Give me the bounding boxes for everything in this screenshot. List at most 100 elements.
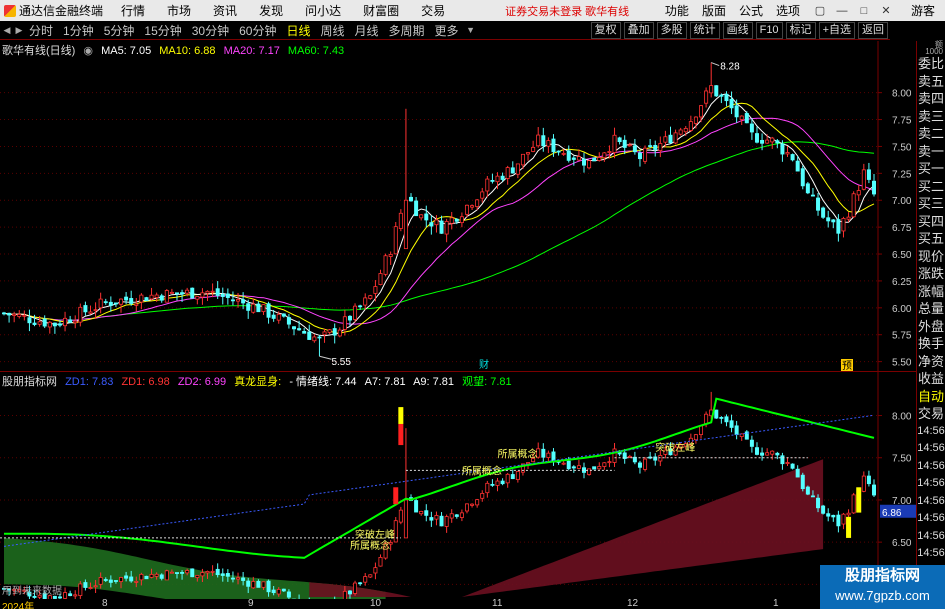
right-tab-21[interactable]: 14:56: [917, 423, 945, 441]
ind-candle-body: [505, 473, 510, 484]
right-tab-24[interactable]: 14:56: [917, 475, 945, 493]
period-weekly[interactable]: 周线: [315, 22, 349, 39]
menu-function[interactable]: 功能: [665, 2, 689, 19]
mark-button[interactable]: 标记: [785, 21, 816, 39]
candle-body: [490, 179, 495, 182]
watermark-url: www.7gpzb.com: [835, 588, 930, 603]
indicator-chart[interactable]: 8.007.507.006.506.00所属概念所属概念所属概念突破左峰突破左峰…: [0, 372, 916, 599]
ind-candle-body: [251, 581, 256, 589]
overlay-button[interactable]: 叠加: [623, 21, 654, 39]
ind-candle-body: [256, 580, 261, 588]
ind-candle-body: [276, 589, 281, 595]
candle-body: [337, 329, 342, 337]
f10-button[interactable]: F10: [755, 21, 783, 39]
period-daily[interactable]: 日线: [281, 22, 315, 39]
ind-candle-body: [164, 570, 169, 581]
minimize-icon[interactable]: —: [835, 4, 849, 18]
candle-body: [551, 138, 556, 153]
period-15min[interactable]: 15分钟: [139, 22, 186, 39]
menu-market[interactable]: 行情: [121, 2, 145, 19]
candle-body: [622, 139, 627, 148]
menu-marketplace[interactable]: 市场: [167, 2, 191, 19]
kline-y-tick-label: 8.00: [892, 89, 912, 100]
statistics-button[interactable]: 统计: [689, 21, 720, 39]
menu-news[interactable]: 资讯: [213, 2, 237, 19]
menu-ask[interactable]: 问小达: [305, 2, 341, 19]
period-intraday[interactable]: 分时: [24, 22, 58, 39]
right-tab-26[interactable]: 14:56: [917, 510, 945, 528]
right-tab-28[interactable]: 14:56: [917, 545, 945, 563]
ind-candle-body: [602, 462, 607, 467]
ind-value-a7: A7: 7.81: [364, 376, 406, 388]
candle-body: [582, 158, 587, 166]
add-watchlist-button[interactable]: +自选: [818, 21, 855, 39]
candle-body: [78, 306, 83, 323]
restore-rights-button[interactable]: 复权: [590, 21, 621, 39]
indicator-panel[interactable]: 股朋指标网 ZD1: 7.83 ZD1: 6.98 ZD2: 6.99 真龙显身…: [0, 371, 916, 599]
menu-bar: 通达信金融终端 行情 市场 资讯 发现 问小达 财富圈 交易 证券交易未登录 歌…: [0, 0, 945, 21]
candle-body: [32, 322, 37, 325]
period-1min[interactable]: 1分钟: [58, 22, 99, 39]
menu-options[interactable]: 选项: [776, 2, 800, 19]
period-60min[interactable]: 60分钟: [234, 22, 281, 39]
candle-body: [790, 154, 795, 161]
ind-y-tick-label: 7.50: [892, 454, 912, 465]
menu-discover[interactable]: 发现: [259, 2, 283, 19]
right-tab-27[interactable]: 14:56: [917, 528, 945, 546]
candle-body: [317, 336, 322, 339]
settings-gear-icon[interactable]: ◉: [83, 45, 93, 57]
kline-y-tick-label: 6.75: [892, 223, 912, 234]
ind-candle-body: [592, 466, 597, 470]
candle-body: [841, 217, 846, 232]
right-tab-20[interactable]: 交易: [917, 405, 945, 423]
menu-layout[interactable]: 版面: [702, 2, 726, 19]
menu-formula[interactable]: 公式: [739, 2, 763, 19]
ind-candle-body: [205, 570, 210, 574]
candle-body: [831, 219, 836, 223]
menu-wealth[interactable]: 财富圈: [363, 2, 399, 19]
next-arrow-icon[interactable]: ▶: [14, 25, 24, 36]
date-oct: 10: [370, 598, 382, 609]
candle-body: [241, 299, 246, 304]
close-icon[interactable]: ✕: [879, 4, 893, 18]
low-label: 5.55: [331, 357, 351, 368]
ind-candle-body: [373, 567, 378, 574]
period-monthly[interactable]: 月线: [350, 22, 384, 39]
right-tab-25[interactable]: 14:56: [917, 493, 945, 511]
menu-trade[interactable]: 交易: [421, 2, 445, 19]
right-tab-22[interactable]: 14:56: [917, 440, 945, 458]
prev-arrow-icon[interactable]: ◀: [2, 25, 12, 36]
period-30min[interactable]: 30分钟: [187, 22, 234, 39]
right-tab-5: 卖一: [917, 143, 944, 159]
maximize-icon[interactable]: □: [857, 4, 871, 18]
period-5min[interactable]: 5分钟: [99, 22, 140, 39]
candle-body: [205, 290, 210, 294]
guest-label[interactable]: 游客: [911, 2, 935, 19]
candle-body: [83, 305, 88, 313]
ind-candle-body: [699, 425, 704, 436]
right-tab-23[interactable]: 14:56: [917, 458, 945, 476]
more-dropdown-icon[interactable]: ▼: [466, 25, 476, 35]
kline-panel[interactable]: 歌华有线(日线) ◉ MA5: 7.05 MA10: 6.88 MA20: 7.…: [0, 41, 916, 371]
right-tab-19[interactable]: 自动: [917, 388, 945, 406]
ind-candle-body: [541, 448, 546, 458]
kline-title: 歌华有线(日线): [2, 45, 76, 57]
kline-chart[interactable]: 8.00 7.75 7.50 7.25 7.00 6.75 6.50 6.25 6.00 5.75…: [0, 41, 916, 371]
period-multi[interactable]: 多周期: [384, 22, 430, 39]
watermark: 股朋指标网 www.7gpzb.com: [820, 565, 945, 609]
login-notice[interactable]: 证券交易未登录 歌华有线: [505, 3, 629, 19]
candle-body: [658, 143, 663, 152]
candle-body: [851, 193, 856, 218]
period-more[interactable]: 更多: [430, 22, 464, 39]
ind-candle-body: [236, 577, 241, 580]
candle-body: [251, 303, 256, 313]
back-button[interactable]: 返回: [858, 21, 888, 39]
ind-candle-body: [704, 413, 709, 425]
candle-body: [327, 329, 332, 333]
candle-body: [266, 303, 271, 318]
ma10-line: [3, 102, 875, 334]
right-tab-3: 卖三: [917, 108, 944, 124]
draw-line-button[interactable]: 画线: [722, 21, 753, 39]
multi-stock-button[interactable]: 多股: [656, 21, 687, 39]
lock-icon[interactable]: ▢: [813, 4, 827, 18]
